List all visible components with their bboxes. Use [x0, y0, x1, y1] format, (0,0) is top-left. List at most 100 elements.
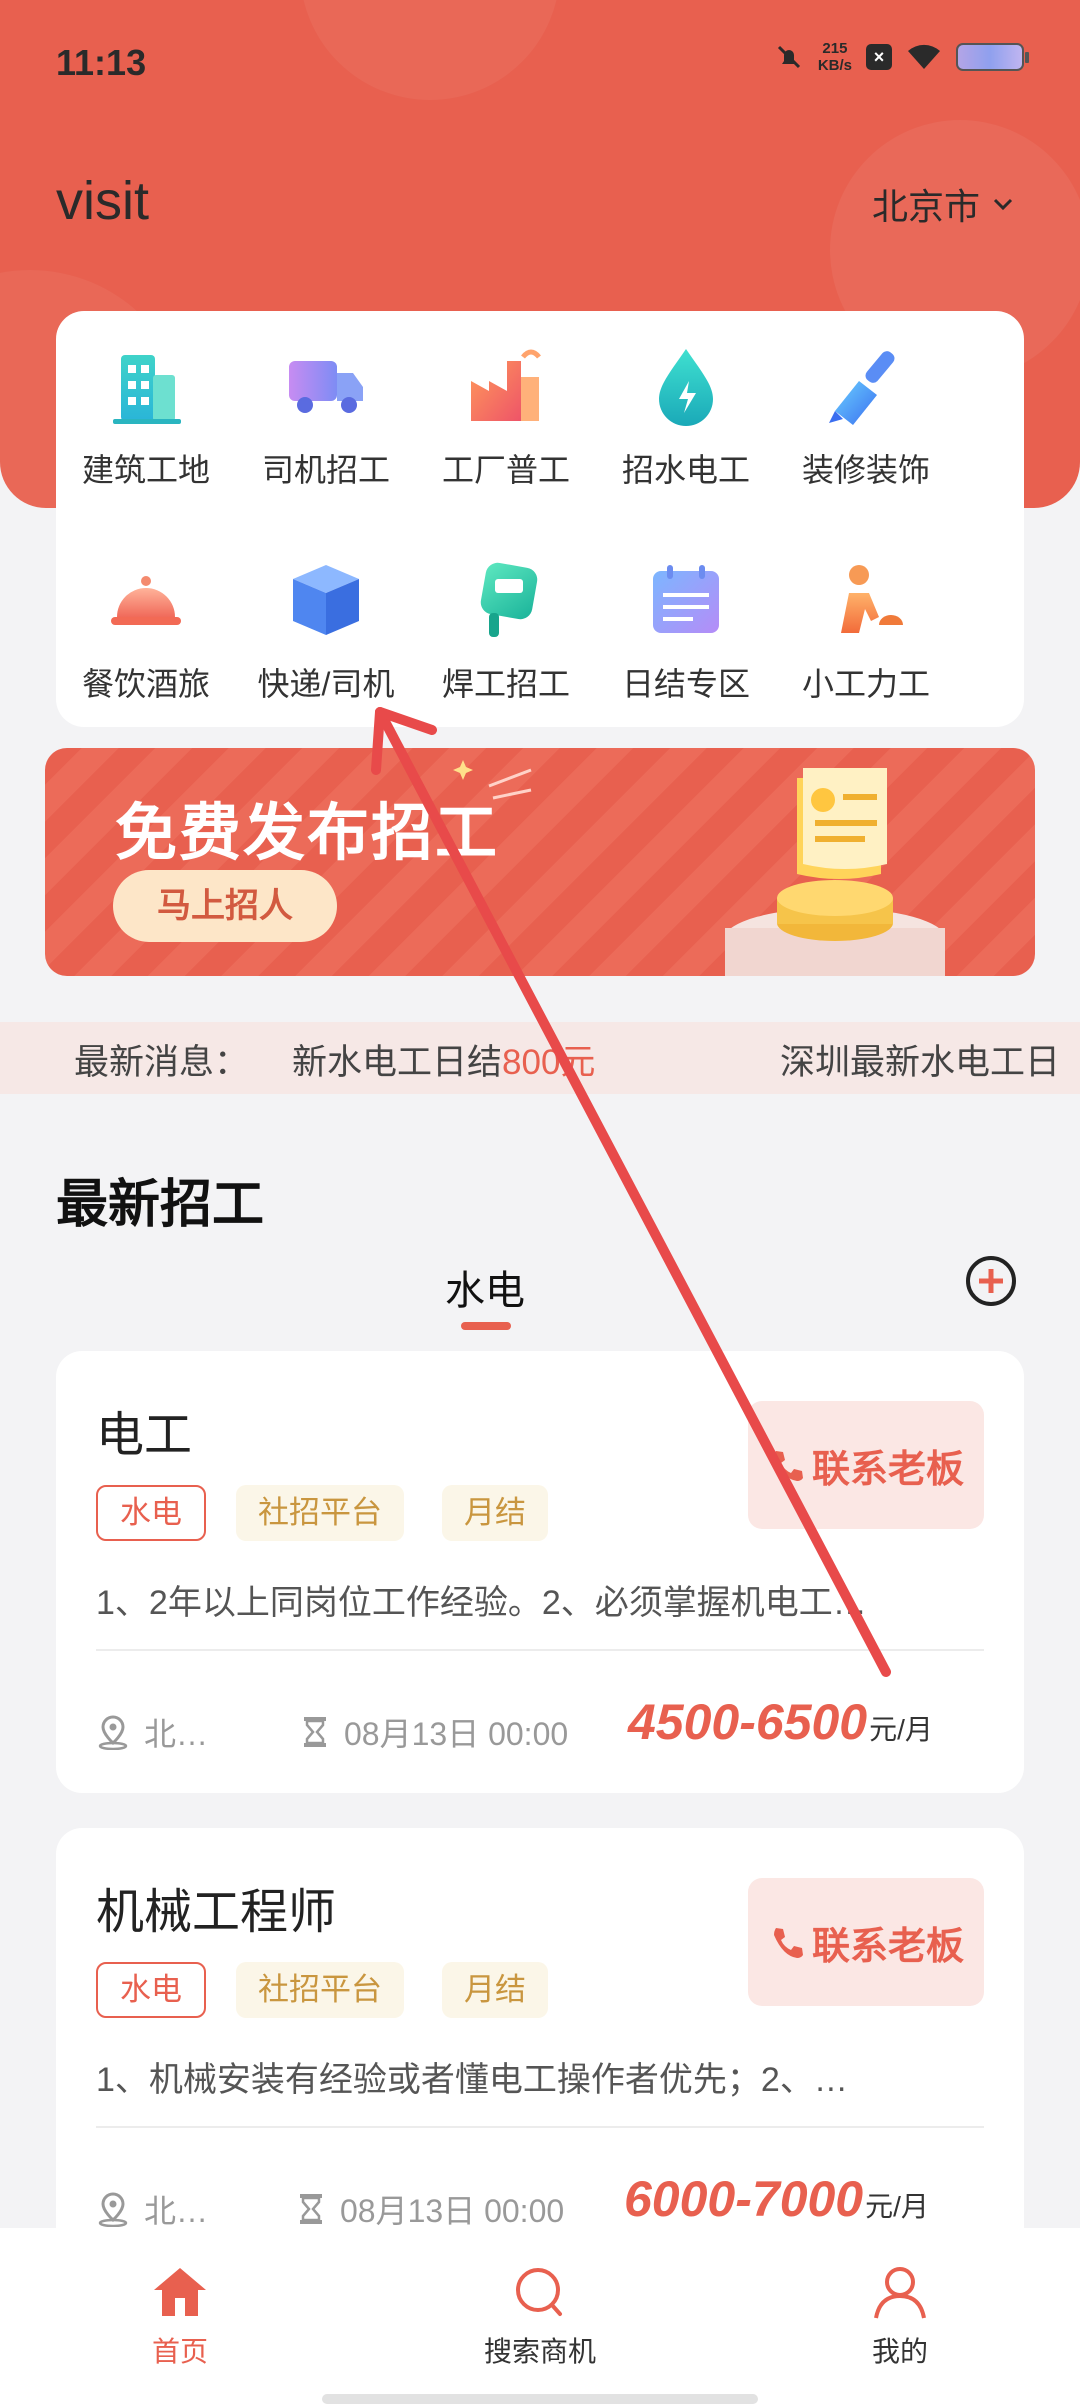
contact-boss-label: 联系老板 [811, 1448, 964, 1491]
hourglass-icon [304, 1717, 326, 1747]
status-time: 11:13 [56, 42, 147, 83]
tag-payment: 月结 [442, 1962, 548, 2018]
notification-x-icon: × [866, 44, 892, 70]
news-item-1-text: 新水电工日结 [292, 1043, 503, 1082]
worker-icon [841, 565, 903, 633]
post-job-banner[interactable]: 免费发布招工 马上招人 [45, 748, 1035, 976]
category-express[interactable]: 快递/司机 [236, 555, 416, 715]
category-label: 招水电工 [621, 452, 750, 488]
calendar-icon [653, 565, 719, 633]
category-label: 工厂普工 [441, 452, 570, 488]
paint-brush-icon [829, 351, 895, 425]
category-water-electric[interactable]: 招水电工 [596, 341, 776, 501]
category-daily-pay[interactable]: 日结专区 [596, 555, 776, 715]
category-welding[interactable]: 焊工招工 [416, 555, 596, 715]
search-icon [516, 2268, 562, 2316]
tag-platform: 社招平台 [236, 1485, 404, 1541]
contact-boss-button[interactable]: 联系老板 [748, 1878, 984, 2006]
category-construction[interactable]: 建筑工地 [56, 341, 236, 501]
job-date-text: 08月13日 00:00 [344, 1716, 569, 1752]
job-salary: 6000-7000 元/月 [624, 2170, 929, 2228]
job-description: 1、机械安装有经验或者懂电工操作者优先；2、… [96, 2061, 848, 2099]
category-factory[interactable]: 工厂普工 [416, 341, 596, 501]
category-label: 建筑工地 [81, 452, 210, 488]
news-item-1: 新水电工日结800元 [292, 1034, 595, 1085]
job-date: 08月13日 00:00 [296, 2186, 564, 2232]
screen: 11:13 215 KB/s × visit 北京市 建筑工地 司机招工 工厂普… [0, 0, 1080, 2408]
job-card[interactable]: 电工 联系老板 水电 社招平台 月结 1、2年以上同岗位工作经验。2、必须掌握机… [56, 1351, 1024, 1793]
job-location-text: 北… [144, 2193, 209, 2229]
job-card[interactable]: 机械工程师 联系老板 水电 社招平台 月结 1、机械安装有经验或者懂电工操作者优… [56, 1828, 1024, 2270]
add-circle-icon[interactable] [964, 1254, 1018, 1308]
tab-search[interactable]: 搜索商机 [440, 2264, 640, 2370]
section-title: 最新招工 [56, 1176, 265, 1234]
job-location: 北… [96, 2186, 208, 2232]
category-decoration[interactable]: 装修装饰 [776, 341, 956, 501]
category-label: 司机招工 [261, 452, 390, 488]
recruit-now-button[interactable]: 马上招人 [113, 870, 337, 942]
contact-boss-label: 联系老板 [811, 1925, 964, 1968]
salary-unit: 元/月 [869, 1714, 933, 1745]
phone-icon [773, 1451, 803, 1481]
water-electric-icon [659, 349, 713, 426]
job-salary: 4500-6500 元/月 [628, 1693, 933, 1751]
category-label: 日结专区 [621, 666, 750, 702]
tag-category: 水电 [96, 1962, 206, 2018]
job-location-text: 北… [144, 1716, 209, 1752]
job-location: 北… [96, 1709, 208, 1755]
network-speed-value: 215 [822, 40, 848, 57]
status-bar: 11:13 215 KB/s × [0, 0, 1080, 120]
news-item-1-amount: 800元 [502, 1043, 596, 1082]
category-label: 餐饮酒旅 [81, 666, 210, 702]
banner-title: 免费发布招工 [115, 799, 500, 868]
category-laborer[interactable]: 小工力工 [776, 555, 956, 715]
package-box-icon [293, 565, 359, 635]
network-speed-unit: KB/s [817, 57, 852, 74]
app-title: visit [56, 171, 149, 231]
tab-home-label: 首页 [151, 2336, 208, 2367]
city-selector[interactable]: 北京市 [872, 178, 1014, 230]
network-speed: 215 KB/s [818, 40, 852, 74]
city-label: 北京市 [871, 186, 980, 227]
home-indicator [322, 2394, 758, 2404]
status-icons: 215 KB/s × [774, 40, 1029, 74]
salary-range: 6000-7000 [624, 2171, 864, 2227]
food-cloche-icon [111, 576, 181, 625]
wifi-icon [908, 44, 940, 69]
building-icon [113, 355, 181, 424]
category-label: 小工力工 [801, 666, 930, 702]
sparkle-icon [453, 760, 532, 800]
job-date-text: 08月13日 00:00 [340, 2193, 565, 2229]
category-grid: 建筑工地 司机招工 工厂普工 招水电工 装修装饰 餐饮酒旅 快递/司机 焊工招工… [56, 311, 1024, 727]
job-date: 08月13日 00:00 [300, 1709, 568, 1755]
bottom-tab-bar: 首页 搜索商机 我的 [0, 2228, 1080, 2408]
salary-range: 4500-6500 [628, 1694, 868, 1750]
news-label: 最新消息： [74, 1043, 250, 1082]
factory-icon [471, 349, 541, 421]
tab-mine[interactable]: 我的 [800, 2264, 1000, 2370]
tab-home[interactable]: 首页 [80, 2264, 280, 2370]
contact-boss-button[interactable]: 联系老板 [748, 1401, 984, 1529]
user-icon [874, 2267, 926, 2319]
battery-icon [956, 43, 1029, 71]
category-food-hotel[interactable]: 餐饮酒旅 [56, 555, 236, 715]
tag-category: 水电 [96, 1485, 206, 1541]
news-ticker[interactable]: 最新消息： 新水电工日结800元 深圳最新水电工日 [0, 1022, 1080, 1094]
mute-icon [777, 45, 800, 69]
category-label: 快递/司机 [257, 666, 395, 702]
category-driver[interactable]: 司机招工 [236, 341, 416, 501]
tab-water-electric[interactable]: 水电 [440, 1258, 530, 1316]
category-label: 装修装饰 [801, 452, 930, 488]
job-title: 电工 [96, 1409, 193, 1462]
divider [96, 2126, 984, 2128]
tab-active-indicator [461, 1322, 511, 1330]
divider [96, 1649, 984, 1651]
chevron-down-icon [993, 198, 1013, 211]
tab-mine-label: 我的 [871, 2336, 928, 2367]
job-description: 1、2年以上同岗位工作经验。2、必须掌握机电工… [96, 1584, 867, 1622]
tag-payment: 月结 [442, 1485, 548, 1541]
tab-search-label: 搜索商机 [483, 2336, 596, 2367]
welding-icon [480, 562, 538, 637]
salary-unit: 元/月 [865, 2191, 929, 2222]
job-title: 机械工程师 [96, 1886, 337, 1939]
